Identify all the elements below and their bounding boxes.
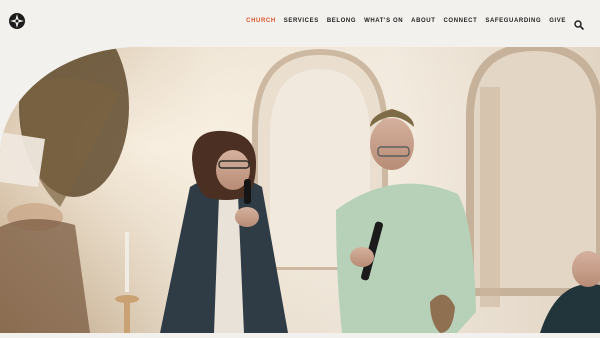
man-hand bbox=[350, 247, 374, 267]
nav-item-church[interactable]: CHURCH bbox=[246, 18, 276, 24]
nav-item-services[interactable]: SERVICES bbox=[284, 18, 319, 24]
site-logo[interactable] bbox=[9, 13, 25, 29]
main-nav: CHURCH SERVICES BELONG WHAT'S ON ABOUT C… bbox=[246, 18, 566, 24]
woman-hand bbox=[235, 207, 259, 227]
candle bbox=[125, 232, 129, 292]
stone-pillar-right bbox=[480, 87, 500, 307]
nav-item-give[interactable]: GIVE bbox=[549, 18, 566, 24]
man-face bbox=[370, 118, 414, 170]
hero-photo-illustration bbox=[0, 47, 600, 333]
search-icon bbox=[574, 20, 584, 30]
nav-item-whats-on[interactable]: WHAT'S ON bbox=[364, 18, 403, 24]
sign-board bbox=[0, 132, 45, 187]
nav-item-connect[interactable]: CONNECT bbox=[444, 18, 478, 24]
top-navigation-bar: CHURCH SERVICES BELONG WHAT'S ON ABOUT C… bbox=[0, 0, 600, 44]
microphone-left bbox=[244, 179, 251, 204]
candle-stand bbox=[124, 299, 130, 333]
nav-item-safeguarding[interactable]: SAFEGUARDING bbox=[485, 18, 541, 24]
nav-item-belong[interactable]: BELONG bbox=[327, 18, 356, 24]
background-person-body bbox=[0, 218, 90, 333]
compass-star-logo-icon bbox=[10, 14, 24, 28]
nav-item-about[interactable]: ABOUT bbox=[411, 18, 435, 24]
hero-image bbox=[0, 47, 600, 333]
bottom-page-strip bbox=[0, 333, 600, 338]
search-button[interactable] bbox=[574, 17, 584, 30]
